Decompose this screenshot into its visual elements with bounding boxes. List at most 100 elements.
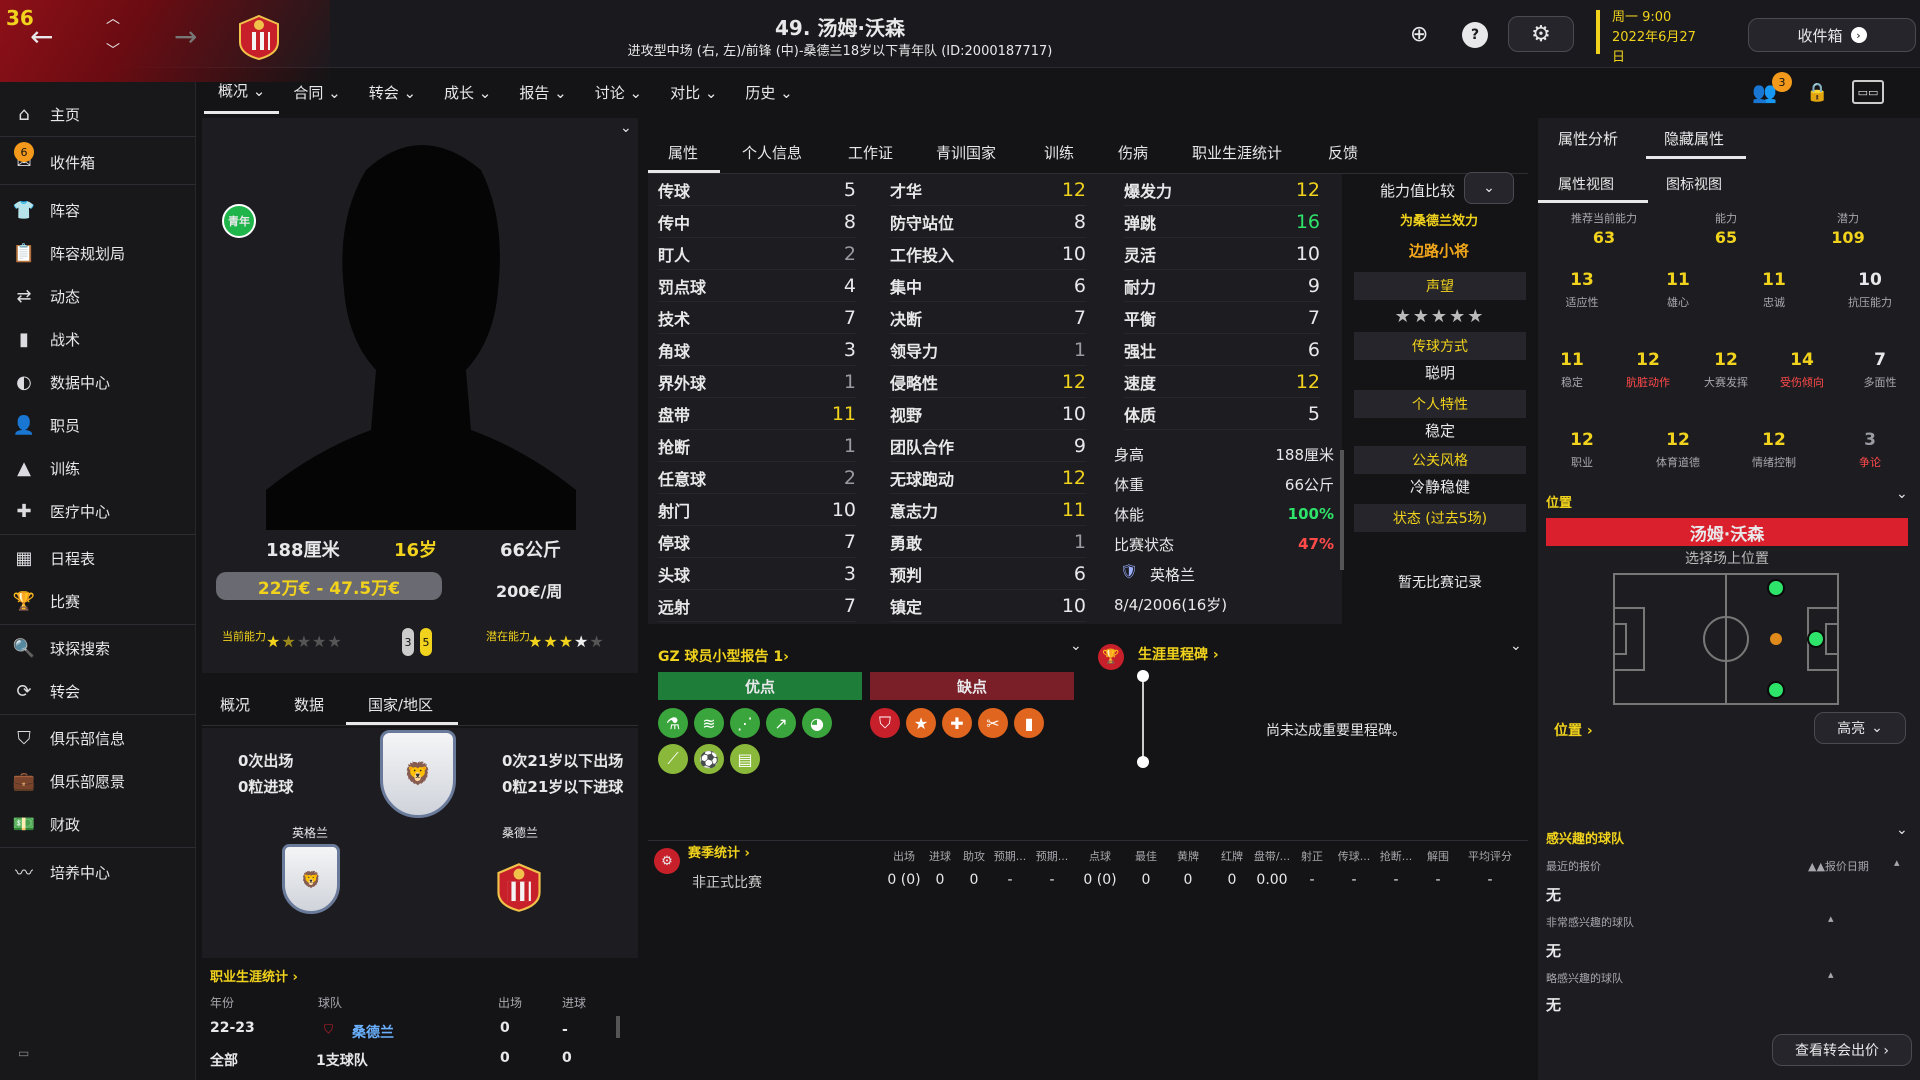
tab-work-permit[interactable]: 工作证 [848,132,893,172]
sidebar-item-scouting[interactable]: 🔍 球探搜索 [0,628,196,668]
subtab-attribute-view[interactable]: 属性视图 [1558,174,1614,194]
chevron-down-icon[interactable]: ⌄ [1510,638,1522,654]
season-header[interactable]: 平均评分 [1468,848,1512,864]
sidebar-item-staff[interactable]: 👤 职员 [0,405,196,445]
attribute-row[interactable]: 停球 7 [658,526,856,558]
scissors-icon[interactable]: ✂ [978,708,1008,738]
chevron-down-icon[interactable]: ⌄ [1070,638,1082,654]
chevron-down-icon[interactable]: ⌄ [1896,822,1908,838]
player-value[interactable]: 22万€ - 47.5万€ [216,572,442,600]
lock-icon[interactable]: 🔒 [1806,82,1828,103]
footsteps-icon[interactable]: ⋰ [730,708,760,738]
attribute-row[interactable]: 无球跑动 12 [890,462,1086,494]
sidebar-item-dynamics[interactable]: ⇄ 动态 [0,276,196,316]
season-header[interactable]: 进球 [929,848,951,864]
tab-overview[interactable]: 概况 [220,694,250,715]
tab-stats[interactable]: 数据 [294,694,324,715]
attribute-row[interactable]: 预判 6 [890,558,1086,590]
attribute-row[interactable]: 射门 10 [658,494,856,526]
nationality[interactable]: 英格兰 [1150,564,1195,585]
small-status-icon[interactable]: ▭ [18,1046,29,1060]
bid-date-header[interactable]: ▲▲报价日期 [1808,858,1869,874]
season-header[interactable]: 解围 [1427,848,1449,864]
tab-injuries[interactable]: 伤病 [1118,132,1148,172]
attribute-row[interactable]: 勇敢 1 [890,526,1086,558]
season-header[interactable]: 点球 [1089,848,1111,864]
subnav-history[interactable]: 历史 ⌄ [731,70,806,114]
attribute-row[interactable]: 盘带 11 [658,398,856,430]
season-header[interactable]: 助攻 [963,848,985,864]
attribute-row[interactable]: 镇定 10 [890,590,1086,622]
season-header[interactable]: 盘带/... [1254,848,1290,864]
attribute-row[interactable]: 头球 3 [658,558,856,590]
sidebar-item-squad[interactable]: 👕 阵容 [0,190,196,230]
sort-up-icon[interactable]: ▴ [1828,968,1834,981]
card-icon[interactable]: ▮ [1014,708,1044,738]
back-arrow-icon[interactable]: ← [30,20,53,53]
attribute-row[interactable]: 罚点球 4 [658,270,856,302]
layout-toggle-icon[interactable]: ▭▭ [1852,80,1884,104]
latest-bid-header[interactable]: 最近的报价 [1546,858,1601,874]
shield-icon[interactable]: ⛉ [870,708,900,738]
attribute-row[interactable]: 传球 5 [658,174,856,206]
attribute-row[interactable]: 团队合作 9 [890,430,1086,462]
flask-icon[interactable]: ⚗ [658,708,688,738]
career-row1-team[interactable]: 桑德兰 [352,1022,394,1042]
attribute-row[interactable]: 远射 7 [658,590,856,622]
somewhat-interested-header[interactable]: 略感兴趣的球队 [1546,970,1623,986]
chevron-down-icon[interactable]: ﹀ [106,40,120,60]
sidebar-item-squad-planner[interactable]: 📋 阵容规划局 [0,233,196,273]
season-header[interactable]: 红牌 [1221,848,1243,864]
season-header[interactable]: 预期... [994,848,1027,864]
attribute-row[interactable]: 侵略性 12 [890,366,1086,398]
season-header[interactable]: 抢断... [1380,848,1413,864]
settings-gear-icon[interactable]: ⚙ [1508,16,1574,52]
sunderland-crest-icon[interactable] [492,860,546,914]
england-crest-icon[interactable]: 🦁 [380,730,456,818]
attribute-row[interactable]: 决断 7 [890,302,1086,334]
season-header[interactable]: 预期... [1036,848,1069,864]
sidebar-item-club-info[interactable]: ⛉ 俱乐部信息 [0,718,196,758]
sort-up-icon[interactable]: ▴ [1828,912,1834,925]
subnav-overview[interactable]: 概况 ⌄ [204,70,280,114]
subnav-compare[interactable]: 对比 ⌄ [656,70,731,114]
sidebar-item-inbox[interactable]: ✉ 6 收件箱 [0,142,196,182]
forward-arrow-icon[interactable]: → [174,20,197,53]
attribute-row[interactable]: 盯人 2 [658,238,856,270]
help-icon[interactable]: ? [1462,22,1488,48]
season-header[interactable]: 射正 [1301,848,1323,864]
attribute-row[interactable]: 领导力 1 [890,334,1086,366]
chevron-down-icon[interactable]: ⌄ [1896,486,1908,502]
attribute-row[interactable]: 抢断 1 [658,430,856,462]
milestones-title[interactable]: 生涯里程碑 › [1138,644,1219,664]
attribute-row[interactable]: 界外球 1 [658,366,856,398]
attribute-row[interactable]: 防守站位 8 [890,206,1086,238]
tab-career-stats[interactable]: 职业生涯统计 [1192,132,1282,172]
medical-cross-icon[interactable]: ✚ [942,708,972,738]
season-header[interactable]: 出场 [893,848,915,864]
sidebar-item-home[interactable]: ⌂ 主页 [0,94,196,134]
attribute-row[interactable]: 爆发力 12 [1124,174,1320,206]
sidebar-item-development[interactable]: 〰培养中心 [0,852,196,892]
document-icon[interactable]: ▤ [730,744,760,774]
sidebar-item-schedule[interactable]: ▦ 日程表 [0,538,196,578]
attribute-row[interactable]: 视野 10 [890,398,1086,430]
tab-feedback[interactable]: 反馈 [1328,132,1358,172]
subnav-reports[interactable]: 报告 ⌄ [505,70,580,114]
star-icon[interactable]: ★ [906,708,936,738]
sidebar-item-club-vision[interactable]: 💼 俱乐部愿景 [0,761,196,801]
tab-personal[interactable]: 个人信息 [742,132,802,172]
zigzag-icon[interactable]: ≋ [694,708,724,738]
attribute-row[interactable]: 体质 5 [1124,398,1320,430]
highlight-dropdown[interactable]: 高亮 ⌄ [1814,712,1906,744]
sort-up-icon[interactable]: ▴ [1894,856,1900,869]
pitch-diagram[interactable] [1612,572,1840,706]
attribute-row[interactable]: 灵活 10 [1124,238,1320,270]
tab-attribute-analysis[interactable]: 属性分析 [1558,128,1618,149]
sidebar-item-finances[interactable]: 💵 财政 [0,804,196,844]
inbox-button[interactable]: 收件箱 › [1748,18,1916,52]
compare-dropdown[interactable]: ⌄ [1464,172,1514,204]
subnav-development[interactable]: 成长 ⌄ [430,70,505,114]
attribute-row[interactable]: 耐力 9 [1124,270,1320,302]
report-title[interactable]: GZ 球员小型报告 1› [658,646,789,666]
